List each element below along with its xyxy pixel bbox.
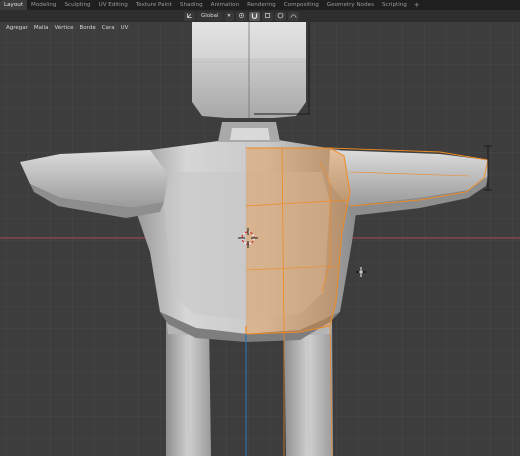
- proportional-edit-icon[interactable]: [274, 11, 286, 21]
- menu-agregar[interactable]: Agregar: [3, 24, 31, 33]
- menu-malla[interactable]: Malla: [31, 24, 52, 33]
- neck: [218, 122, 280, 142]
- proportional-edit-icon-svg: [277, 12, 283, 18]
- tab-animation[interactable]: Animation: [207, 0, 244, 10]
- tab-shading[interactable]: Shading: [176, 0, 207, 10]
- head: [192, 22, 306, 118]
- pivot-icon-svg: [238, 12, 244, 18]
- axes-icon-svg: [186, 12, 192, 18]
- blender-window: { "workspace_tabs": ["Layout","Modeling"…: [0, 0, 520, 456]
- transform-tools: Global ▾: [184, 11, 299, 21]
- tab-geometry-nodes[interactable]: Geometry Nodes: [323, 0, 378, 10]
- tab-uv-editing[interactable]: UV Editing: [95, 0, 132, 10]
- menu-borde[interactable]: Borde: [77, 24, 99, 33]
- left-leg: [166, 318, 211, 456]
- add-workspace-button[interactable]: +: [411, 0, 423, 10]
- transform-orientation-dropdown[interactable]: Global: [197, 11, 223, 21]
- 3d-viewport[interactable]: [0, 22, 520, 456]
- tab-layout[interactable]: Layout: [0, 0, 28, 10]
- viewport-header: Global ▾: [0, 10, 520, 22]
- chevron-down-icon[interactable]: ▾: [224, 11, 234, 21]
- menu-vertice[interactable]: Vértice: [51, 24, 76, 33]
- edit-mode-menu-bar: Agregar Malla Vértice Borde Cara UV: [3, 24, 131, 33]
- axes-icon[interactable]: [184, 11, 195, 21]
- tab-scripting[interactable]: Scripting: [378, 0, 411, 10]
- tab-compositing[interactable]: Compositing: [280, 0, 323, 10]
- magnet-icon-svg: [251, 12, 257, 19]
- menu-uv[interactable]: UV: [118, 24, 132, 33]
- snap-target-icon-svg: [264, 12, 270, 18]
- tab-texture-paint[interactable]: Texture Paint: [132, 0, 176, 10]
- pivot-icon[interactable]: [235, 11, 247, 21]
- snap-target-icon[interactable]: [261, 11, 273, 21]
- menu-cara[interactable]: Cara: [99, 24, 118, 33]
- tab-rendering[interactable]: Rendering: [243, 0, 280, 10]
- workspace-tabs-bar: Layout Modeling Sculpting UV Editing Tex…: [0, 0, 520, 10]
- falloff-icon[interactable]: [287, 11, 299, 21]
- tab-modeling[interactable]: Modeling: [27, 0, 60, 10]
- magnet-icon[interactable]: [248, 11, 260, 21]
- falloff-icon-svg: [289, 13, 297, 18]
- tab-sculpting[interactable]: Sculpting: [60, 0, 94, 10]
